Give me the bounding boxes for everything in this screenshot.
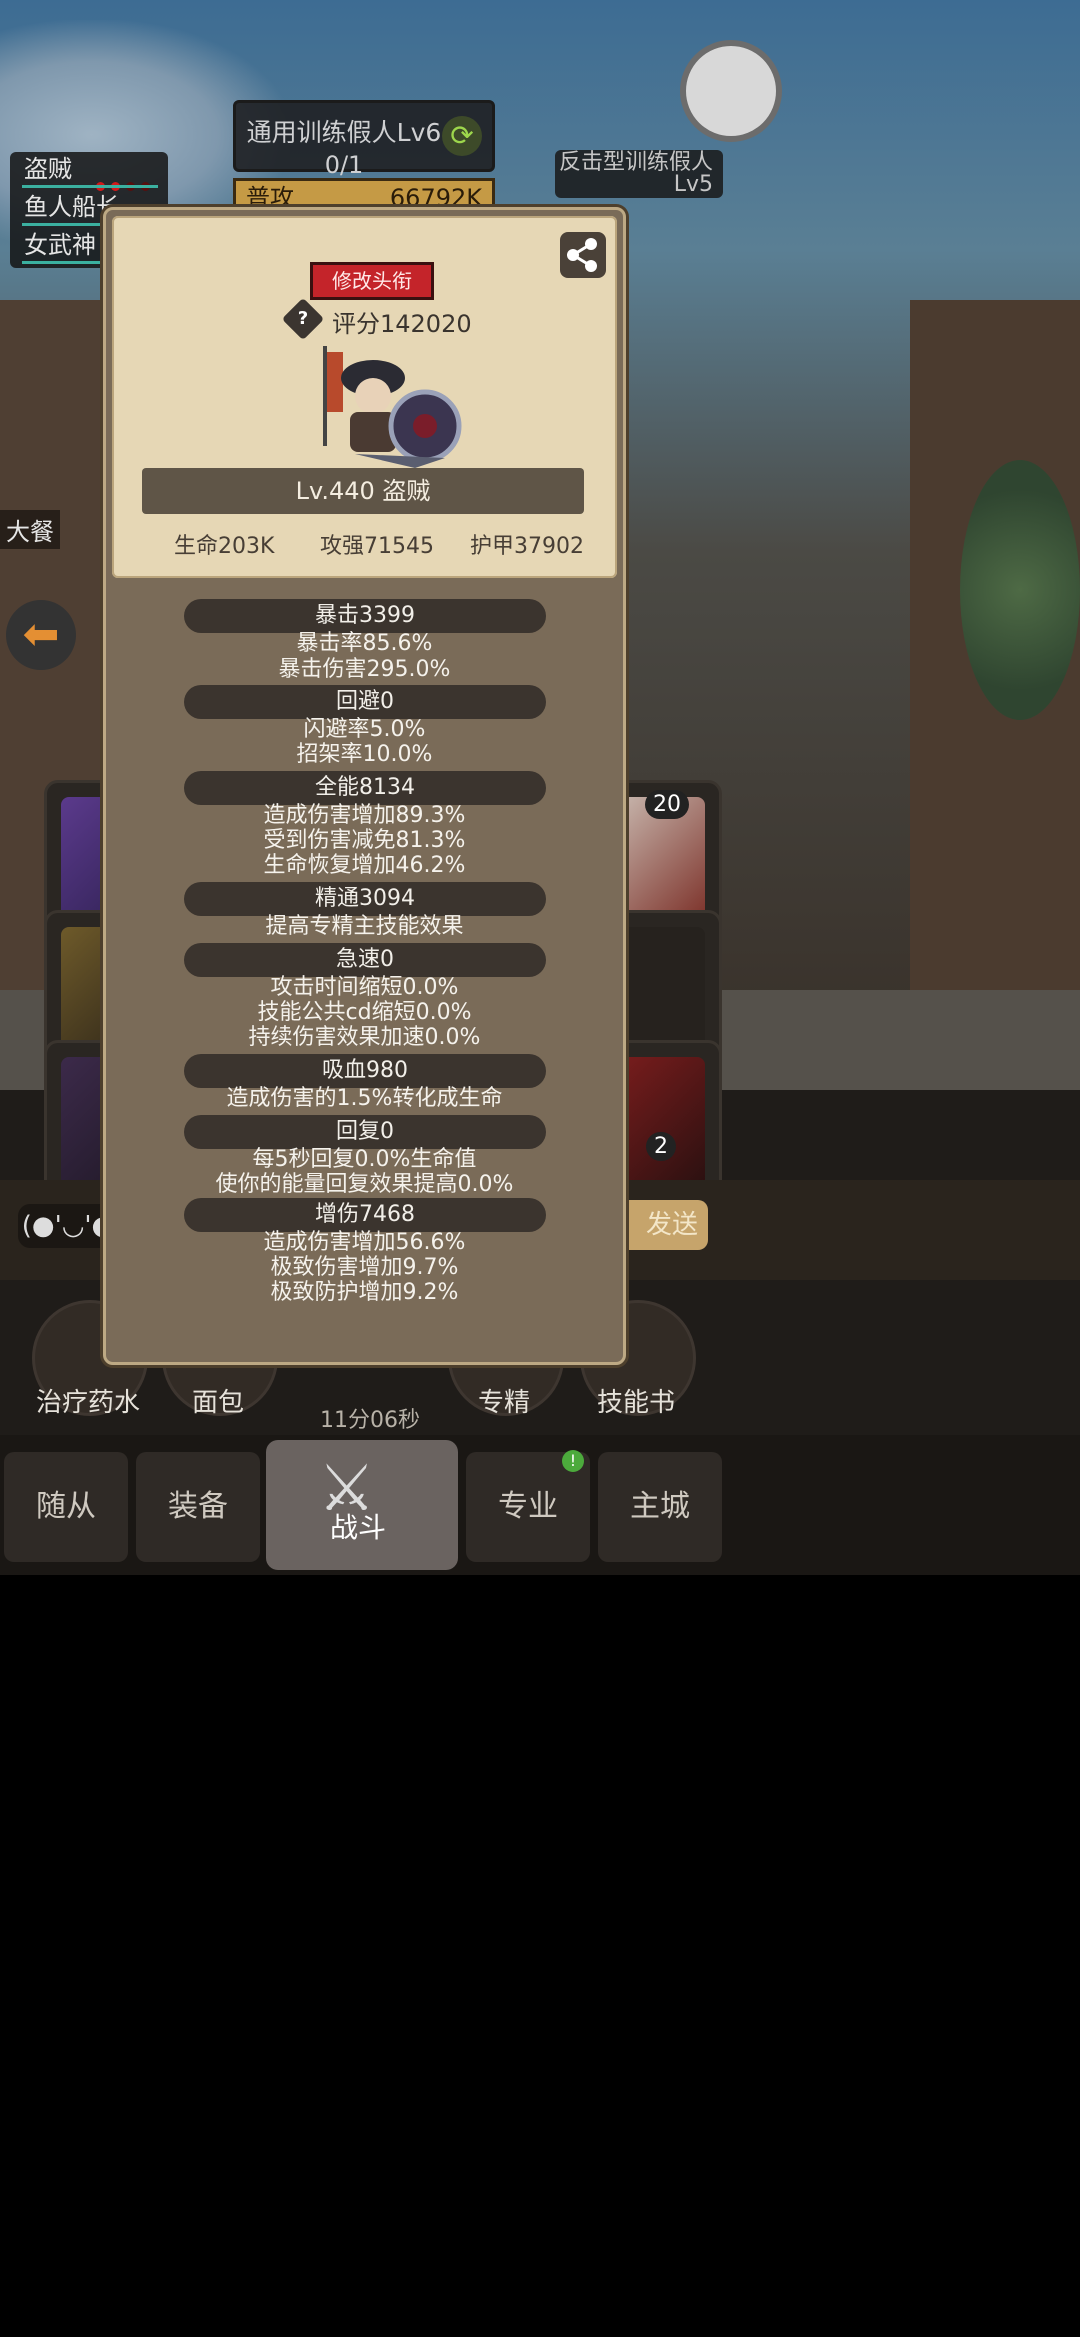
share-icon[interactable] <box>560 232 606 278</box>
stat-armor: 护甲37902 <box>470 534 584 559</box>
bottom-safe-area <box>0 1575 1080 2337</box>
tab-followers[interactable]: 随从 <box>4 1452 128 1562</box>
section-line: 极致防护增加9.2% <box>270 1280 459 1305</box>
section-header: 急速0 <box>184 943 546 977</box>
arrow-left-icon[interactable]: ⬅ <box>6 600 76 670</box>
party-member-name: 盗贼 <box>24 155 72 183</box>
section-line: 暴击率85.6% <box>296 631 433 656</box>
section-line: 持续伤害效果加速0.0% <box>248 1025 481 1050</box>
tab-battle-label: 战斗 <box>330 1511 387 1544</box>
party-member[interactable]: 盗贼 <box>10 152 168 191</box>
secondary-target-level: Lv5 <box>673 172 713 197</box>
secondary-target[interactable]: 反击型训练假人 Lv5 <box>555 150 723 198</box>
target-progress: 0/1 <box>324 151 364 179</box>
section-line: 暴击伤害295.0% <box>278 657 451 682</box>
character-stats-modal: 修改头衔 ? 评分142020 Lv.440 盗贼 生命203K 攻强71545 <box>103 207 626 1365</box>
tab-equipment[interactable]: 装备 <box>136 1452 260 1562</box>
section-line: 每5秒回复0.0%生命值 <box>252 1147 477 1172</box>
section-line: 造成伤害增加56.6% <box>263 1230 466 1255</box>
background-tree <box>960 460 1080 720</box>
section-line: 闪避率5.0% <box>303 717 426 742</box>
character-card: 修改头衔 ? 评分142020 Lv.440 盗贼 生命203K 攻强71545 <box>112 216 617 578</box>
section-header: 精通3094 <box>184 882 546 916</box>
section-header: 暴击3399 <box>184 599 546 633</box>
section-line: 受到伤害减免81.3% <box>263 828 466 853</box>
bread-label: 面包 <box>191 1388 244 1418</box>
gear-icon[interactable] <box>680 40 782 142</box>
skillbook-label: 技能书 <box>596 1388 675 1418</box>
section-line: 提高专精主技能效果 <box>265 914 464 939</box>
timer: 11分06秒 <box>320 1408 420 1433</box>
section-line: 招架率10.0% <box>296 742 433 767</box>
secondary-target-name: 反击型训练假人 <box>558 150 713 175</box>
section-line: 使你的能量回复效果提高0.0% <box>215 1172 514 1197</box>
section-line: 造成伤害的1.5%转化成生命 <box>226 1086 503 1111</box>
notification-badge: ! <box>562 1450 584 1472</box>
slot-count-badge: 20 <box>645 790 689 819</box>
section-header: 全能8134 <box>184 771 546 805</box>
edit-title-button[interactable]: 修改头衔 <box>310 262 434 300</box>
slot-count-badge: 2 <box>646 1132 676 1161</box>
level-name-bar: Lv.440 盗贼 <box>142 468 584 514</box>
tab-main-city[interactable]: 主城 <box>598 1452 722 1562</box>
hp-bar <box>22 185 158 188</box>
stat-attack: 攻强71545 <box>320 534 434 559</box>
section-line: 技能公共cd缩短0.0% <box>257 1000 472 1025</box>
section-header: 吸血980 <box>184 1054 546 1088</box>
buff-label: 大餐 <box>0 510 60 549</box>
section-line: 生命恢复增加46.2% <box>263 853 466 878</box>
section-line: 攻击时间缩短0.0% <box>270 975 459 1000</box>
section-line: 造成伤害增加89.3% <box>263 803 466 828</box>
target-panel[interactable]: 通用训练假人Lv6 0/1 ⟳ <box>233 100 495 179</box>
section-line: 极致伤害增加9.7% <box>270 1255 459 1280</box>
section-header: 回避0 <box>184 685 546 719</box>
party-member-name: 女武神 <box>24 231 96 259</box>
refresh-icon[interactable]: ⟳ <box>442 116 482 156</box>
section-header: 增伤7468 <box>184 1198 546 1232</box>
section-header: 回复0 <box>184 1115 546 1149</box>
stat-hp: 生命203K <box>174 534 275 559</box>
character-portrait <box>295 326 465 476</box>
